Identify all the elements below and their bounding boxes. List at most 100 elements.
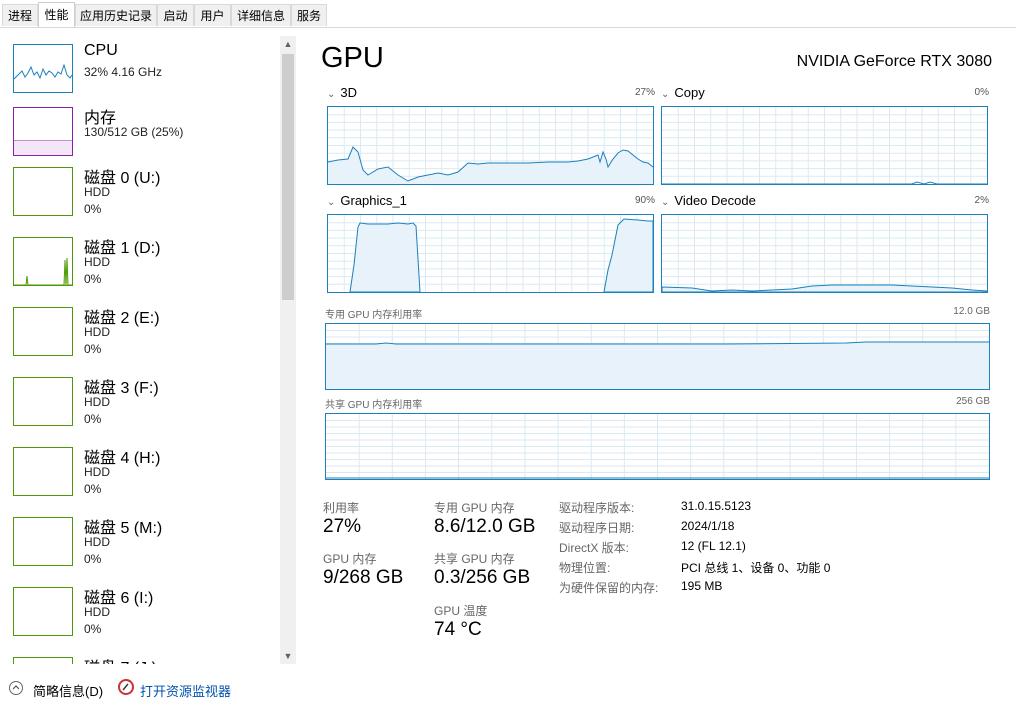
fewer-details-button[interactable]: 简略信息(D) [33, 681, 103, 700]
info-label: 为硬件保留的内存: [559, 581, 659, 595]
sidebar-value: 0% [84, 272, 102, 286]
engine-label: Video Decode [674, 193, 756, 208]
engine-selector-video-decode[interactable]: ⌄ Video Decode [661, 193, 756, 208]
info-value: 2024/1/18 [681, 519, 735, 533]
tab-bar: 进程 性能 应用历史记录 启动 用户 详细信息 服务 [0, 0, 1016, 28]
gpu-temperature-value: 74 °C [434, 619, 482, 640]
shared-memory-stat-value: 0.3/256 GB [434, 567, 531, 588]
footer-bar: 简略信息(D) 打开资源监视器 [0, 673, 1016, 713]
sidebar-item-disk-0[interactable]: 磁盘 0 (U:) HDD 0% [0, 158, 280, 228]
engine-percent: 90% [634, 195, 655, 206]
resource-sidebar: CPU 32% 4.16 GHz 内存 130/512 GB (25%) 磁盘 … [0, 28, 296, 664]
engine-selector-3d[interactable]: ⌄ 3D [327, 85, 357, 100]
info-value: 12 (FL 12.1) [681, 539, 746, 553]
chevron-up-circle-icon[interactable] [9, 681, 23, 695]
sidebar-item-disk-4[interactable]: 磁盘 4 (H:) HDD 0% [0, 438, 280, 508]
open-resource-monitor-link[interactable]: 打开资源监视器 [140, 681, 231, 700]
disk-thumbnail-graph [13, 447, 73, 496]
info-value: PCI 总线 1、设备 0、功能 0 [681, 561, 831, 575]
info-label: 物理位置: [559, 561, 611, 575]
sidebar-subtitle: HDD [84, 185, 110, 199]
sidebar-value: 0% [84, 342, 102, 356]
engine-percent: 27% [634, 87, 655, 98]
engine-selector-copy[interactable]: ⌄ Copy [661, 85, 705, 100]
gpu-detail-panel: GPU NVIDIA GeForce RTX 3080 ⌄ 3D 27% ⌄ Cop… [300, 28, 1016, 664]
sidebar-title: CPU [84, 42, 118, 59]
scrollbar-thumb[interactable] [282, 54, 294, 300]
sidebar-item-disk-3[interactable]: 磁盘 3 (F:) HDD 0% [0, 368, 280, 438]
engine-graph-copy [661, 106, 988, 185]
utilization-label: 利用率 [323, 501, 360, 515]
tab-processes[interactable]: 进程 [2, 4, 38, 26]
disk-thumbnail-graph [13, 237, 73, 286]
sidebar-subtitle: HDD [84, 605, 110, 619]
sidebar-scrollbar[interactable]: ▲ ▼ [280, 36, 296, 664]
chevron-down-icon: ⌄ [661, 89, 670, 100]
memory-thumbnail-graph [13, 107, 73, 156]
dedicated-memory-stat-value: 8.6/12.0 GB [434, 516, 536, 537]
scroll-down-arrow-icon[interactable]: ▼ [280, 648, 296, 664]
sidebar-value: 0% [84, 552, 102, 566]
disk-thumbnail-graph [13, 657, 73, 664]
disk-thumbnail-graph [13, 307, 73, 356]
sidebar-item-disk-1[interactable]: 磁盘 1 (D:) HDD 0% [0, 228, 280, 298]
engine-percent: 2% [974, 195, 989, 206]
engine-label: 3D [340, 85, 358, 100]
dedicated-memory-graph [325, 323, 990, 390]
engine-graph-video-decode [661, 214, 988, 293]
sidebar-title: 磁盘 7 (J:) [84, 654, 157, 664]
sidebar-item-disk-7[interactable]: 磁盘 7 (J:) [0, 648, 280, 664]
tab-app-history[interactable]: 应用历史记录 [75, 4, 157, 26]
sidebar-item-disk-6[interactable]: 磁盘 6 (I:) HDD 0% [0, 578, 280, 648]
disk-thumbnail-graph [13, 167, 73, 216]
disk-thumbnail-graph [13, 587, 73, 636]
shared-memory-stat-label: 共享 GPU 内存 [434, 552, 515, 566]
chevron-down-icon: ⌄ [327, 197, 336, 208]
tab-users[interactable]: 用户 [194, 4, 231, 26]
gpu-memory-value: 9/268 GB [323, 567, 404, 588]
dedicated-memory-label: 专用 GPU 内存利用率 [325, 310, 423, 321]
sidebar-subtitle: HDD [84, 465, 110, 479]
sidebar-subtitle: 130/512 GB (25%) [84, 125, 184, 139]
tab-services[interactable]: 服务 [291, 4, 327, 26]
disk-thumbnail-graph [13, 377, 73, 426]
sidebar-value: 0% [84, 202, 102, 216]
info-label: DirectX 版本: [559, 541, 630, 555]
scroll-up-arrow-icon[interactable]: ▲ [280, 36, 296, 52]
page-title: GPU [321, 42, 384, 74]
shared-memory-graph [325, 413, 990, 480]
engine-label: Graphics_1 [340, 193, 407, 208]
shared-memory-label: 共享 GPU 内存利用率 [325, 400, 423, 411]
engine-label: Copy [674, 85, 705, 100]
engine-percent: 0% [974, 87, 989, 98]
dedicated-memory-max: 12.0 GB [953, 306, 990, 317]
info-label: 驱动程序日期: [559, 521, 635, 535]
chevron-down-icon: ⌄ [327, 89, 336, 100]
cpu-thumbnail-graph [13, 44, 73, 93]
sidebar-value: 0% [84, 412, 102, 426]
sidebar-subtitle: HDD [84, 535, 110, 549]
sidebar-value: 0% [84, 482, 102, 496]
tab-details[interactable]: 详细信息 [231, 4, 291, 26]
engine-selector-graphics-1[interactable]: ⌄ Graphics_1 [327, 193, 407, 208]
sidebar-subtitle: HDD [84, 325, 110, 339]
tab-startup[interactable]: 启动 [157, 4, 194, 26]
engine-graph-3d [327, 106, 654, 185]
engine-graph-graphics-1 [327, 214, 654, 293]
dedicated-memory-stat-label: 专用 GPU 内存 [434, 501, 515, 515]
gpu-temperature-label: GPU 温度 [434, 604, 488, 618]
disk-thumbnail-graph [13, 517, 73, 566]
info-label: 驱动程序版本: [559, 501, 635, 515]
chevron-down-icon: ⌄ [661, 197, 670, 208]
sidebar-subtitle: HDD [84, 395, 110, 409]
sidebar-subtitle: 32% 4.16 GHz [84, 65, 163, 79]
utilization-value: 27% [323, 516, 362, 537]
gpu-memory-label: GPU 内存 [323, 552, 377, 566]
shared-memory-max: 256 GB [956, 396, 990, 407]
info-value: 195 MB [681, 579, 723, 593]
sidebar-item-disk-5[interactable]: 磁盘 5 (M:) HDD 0% [0, 508, 280, 578]
tab-performance[interactable]: 性能 [38, 2, 75, 27]
info-value: 31.0.15.5123 [681, 499, 752, 513]
sidebar-item-disk-2[interactable]: 磁盘 2 (E:) HDD 0% [0, 298, 280, 368]
gpu-device-name: NVIDIA GeForce RTX 3080 [796, 53, 992, 70]
